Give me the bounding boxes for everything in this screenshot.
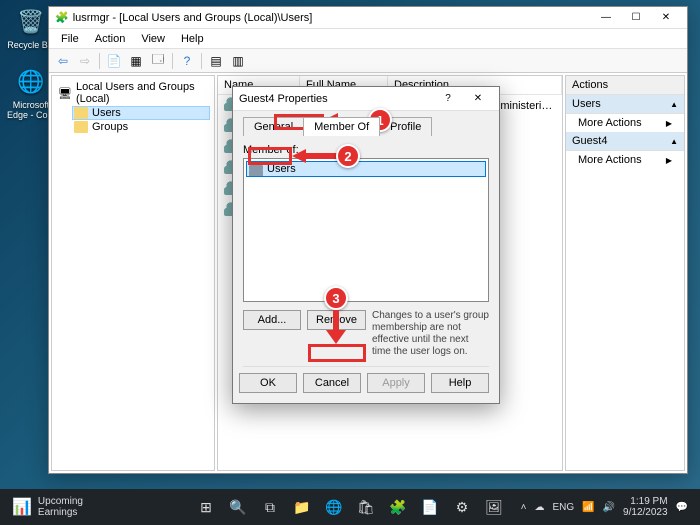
notifications-icon[interactable]: 💬 (676, 502, 688, 513)
tab-profile[interactable]: Profile (379, 117, 432, 136)
actions-group-users[interactable]: Users ▲ (566, 95, 684, 114)
actions-group-label: Users (572, 98, 601, 110)
toolbar: ⇦ ⇨ 📄 ▦ 🗔 ? ▤ ▥ (49, 49, 687, 73)
cancel-button[interactable]: Cancel (303, 373, 361, 393)
remove-button[interactable]: Remove (307, 310, 366, 330)
language-indicator[interactable]: ENG (552, 502, 574, 513)
folder-icon (74, 121, 88, 133)
clock-date: 9/12/2023 (623, 507, 668, 518)
tabs: General Member Of Profile (243, 117, 489, 136)
tree-root-label: Local Users and Groups (Local) (76, 81, 208, 105)
membership-note: Changes to a user's group membership are… (372, 310, 489, 358)
widgets-button[interactable]: 📊 Upcoming Earnings (6, 496, 89, 518)
member-of-label: Member of: (243, 144, 489, 156)
widgets-icon: 📊 (12, 497, 32, 517)
back-button[interactable]: ⇦ (53, 51, 73, 71)
tree-panel[interactable]: 🖥 Local Users and Groups (Local) Users G… (51, 75, 215, 471)
add-button[interactable]: Add... (243, 310, 301, 330)
forward-button[interactable]: ⇨ (75, 51, 95, 71)
chevron-right-icon: ▶ (666, 156, 672, 165)
folder-icon (74, 107, 88, 119)
chevron-right-icon: ▶ (666, 119, 672, 128)
recycle-bin-icon: 🗑️ (15, 6, 47, 38)
view2-button[interactable]: ▥ (228, 51, 248, 71)
taskbar[interactable]: 📊 Upcoming Earnings ⊞ 🔍 ⧉ 📁 🌐 🛍 🧩 📄 ⚙ 🖼 … (0, 489, 700, 525)
member-item-label: Users (267, 163, 296, 175)
tree-item-label: Users (92, 107, 121, 119)
computer-icon: 🖥 (58, 87, 72, 100)
actions-panel: Actions Users ▲ More Actions ▶ Guest4 ▲ … (565, 75, 685, 471)
system-tray[interactable]: ˄ ☁ ENG 📶 🔊 1:19 PM 9/12/2023 💬 (515, 496, 694, 518)
app-icon: 🧩 (55, 11, 69, 24)
dialog-titlebar[interactable]: Guest4 Properties ? ✕ (233, 87, 499, 111)
tree-root[interactable]: 🖥 Local Users and Groups (Local) (56, 80, 210, 106)
chevron-up-icon: ▲ (670, 137, 678, 146)
widget-subtitle: Earnings (38, 507, 83, 518)
tree-users[interactable]: Users (72, 106, 210, 120)
app-icon-3[interactable]: ⚙ (448, 493, 476, 521)
widget-title: Upcoming (38, 496, 83, 507)
app-icon-1[interactable]: 🧩 (384, 493, 412, 521)
help-button[interactable]: ? (177, 51, 197, 71)
export-button[interactable]: ▦ (126, 51, 146, 71)
start-button[interactable]: ⊞ (192, 493, 220, 521)
member-list[interactable]: Users (243, 158, 489, 302)
edge-icon: 🌐 (15, 66, 47, 98)
actions-more-users[interactable]: More Actions ▶ (566, 114, 684, 132)
task-view-button[interactable]: ⧉ (256, 493, 284, 521)
app-icon-2[interactable]: 📄 (416, 493, 444, 521)
onedrive-icon[interactable]: ☁ (534, 502, 544, 513)
toolbar-separator (172, 53, 173, 69)
clock[interactable]: 1:19 PM 9/12/2023 (623, 496, 668, 518)
close-button[interactable]: ✕ (651, 8, 681, 28)
up-button[interactable]: 📄 (104, 51, 124, 71)
window-title: lusrmgr - [Local Users and Groups (Local… (73, 12, 591, 24)
actions-more-guest4[interactable]: More Actions ▶ (566, 151, 684, 169)
toolbar-separator (99, 53, 100, 69)
titlebar[interactable]: 🧩 lusrmgr - [Local Users and Groups (Loc… (49, 7, 687, 29)
dialog-help-button[interactable]: ? (433, 89, 463, 109)
tree-item-label: Groups (92, 121, 128, 133)
chevron-up-icon: ▲ (670, 100, 678, 109)
tree-groups[interactable]: Groups (72, 120, 210, 134)
view-button[interactable]: ▤ (206, 51, 226, 71)
tab-general[interactable]: General (243, 117, 304, 136)
app-icon-4[interactable]: 🖼 (480, 493, 508, 521)
help-button[interactable]: Help (431, 373, 489, 393)
actions-item-label: More Actions (578, 154, 642, 166)
edge-taskbar-icon[interactable]: 🌐 (320, 493, 348, 521)
minimize-button[interactable]: — (591, 8, 621, 28)
search-button[interactable]: 🔍 (224, 493, 252, 521)
explorer-icon[interactable]: 📁 (288, 493, 316, 521)
actions-header: Actions (566, 76, 684, 95)
refresh-button[interactable]: 🗔 (148, 51, 168, 71)
store-icon[interactable]: 🛍 (352, 493, 380, 521)
menubar: File Action View Help (49, 29, 687, 49)
taskbar-center: ⊞ 🔍 ⧉ 📁 🌐 🛍 🧩 📄 ⚙ 🖼 (192, 493, 508, 521)
menu-view[interactable]: View (133, 31, 173, 47)
menu-help[interactable]: Help (173, 31, 212, 47)
menu-file[interactable]: File (53, 31, 87, 47)
maximize-button[interactable]: ☐ (621, 8, 651, 28)
toolbar-separator (201, 53, 202, 69)
member-item-users[interactable]: Users (246, 161, 486, 177)
tray-chevron-icon[interactable]: ˄ (521, 502, 527, 513)
network-icon[interactable]: 📶 (582, 502, 594, 513)
tab-member-of[interactable]: Member Of (303, 117, 380, 136)
tab-body: Member of: Users Add... Remove Changes t… (243, 136, 489, 366)
actions-item-label: More Actions (578, 117, 642, 129)
menu-action[interactable]: Action (87, 31, 134, 47)
ok-button[interactable]: OK (239, 373, 297, 393)
apply-button[interactable]: Apply (367, 373, 425, 393)
properties-dialog: Guest4 Properties ? ✕ General Member Of … (232, 86, 500, 404)
dialog-title: Guest4 Properties (239, 93, 433, 105)
clock-time: 1:19 PM (623, 496, 668, 507)
actions-group-label: Guest4 (572, 135, 607, 147)
dialog-close-button[interactable]: ✕ (463, 89, 493, 109)
volume-icon[interactable]: 🔊 (603, 502, 615, 513)
actions-group-guest4[interactable]: Guest4 ▲ (566, 132, 684, 151)
group-icon (249, 162, 263, 176)
